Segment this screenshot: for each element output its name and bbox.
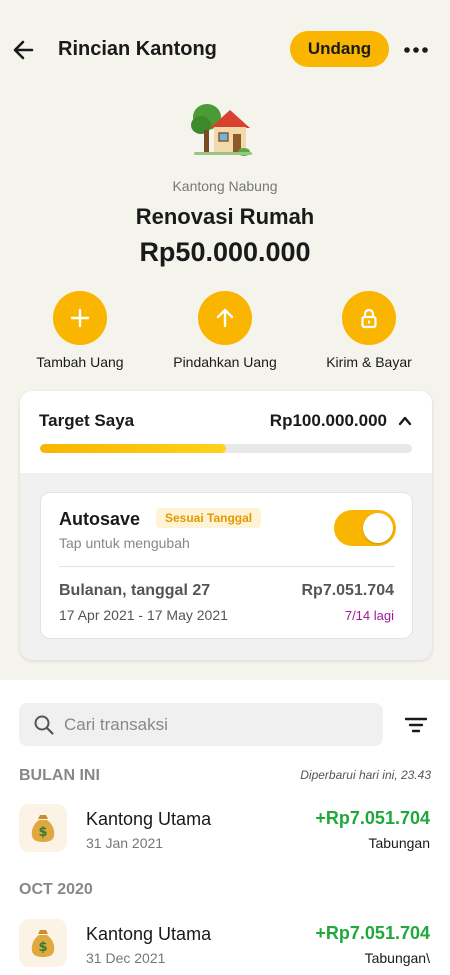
autosave-title: Autosave bbox=[59, 509, 141, 529]
transaction-name: Kantong Utama bbox=[86, 924, 212, 944]
svg-text:$: $ bbox=[38, 940, 47, 955]
search-bar[interactable] bbox=[19, 703, 383, 746]
autosave-schedule: Bulanan, tanggal 27 bbox=[59, 582, 211, 599]
transaction-amount: +Rp7.051.704 bbox=[315, 808, 430, 828]
autosave-toggle[interactable] bbox=[334, 510, 396, 546]
arrow-up-icon bbox=[198, 291, 252, 345]
send-pay-label: Kirim & Bayar bbox=[326, 354, 412, 370]
autosave-card[interactable]: Autosave Sesuai Tanggal Tap untuk mengub… bbox=[40, 492, 413, 639]
target-amount: Rp100.000.000 bbox=[269, 411, 387, 430]
plus-icon bbox=[53, 291, 107, 345]
move-money-button[interactable]: Pindahkan Uang bbox=[155, 291, 295, 370]
autosave-date-range: 17 Apr 2021 - 17 May 2021 bbox=[59, 607, 228, 623]
divider bbox=[59, 566, 395, 567]
lock-icon bbox=[342, 291, 396, 345]
target-card: Target Saya Rp100.000.000 Autosave Sesua… bbox=[20, 391, 432, 660]
transaction-row[interactable]: $ Kantong Utama 31 Jan 2021 +Rp7.051.704… bbox=[0, 804, 450, 860]
chevron-up-icon[interactable] bbox=[397, 413, 413, 429]
app-header: Rincian Kantong Undang bbox=[0, 26, 450, 74]
svg-text:$: $ bbox=[38, 825, 47, 840]
transaction-category: Tabungan\ bbox=[364, 950, 430, 966]
filter-button[interactable] bbox=[403, 713, 429, 737]
section-title-this-month: BULAN INI bbox=[19, 767, 100, 784]
house-icon bbox=[190, 100, 256, 160]
transaction-date: 31 Dec 2021 bbox=[86, 950, 166, 966]
back-button[interactable] bbox=[10, 36, 38, 64]
search-input[interactable] bbox=[64, 703, 364, 746]
transaction-category: Tabungan bbox=[368, 835, 430, 851]
toggle-knob bbox=[363, 513, 393, 543]
more-dots-icon bbox=[404, 47, 428, 53]
transaction-date: 31 Jan 2021 bbox=[86, 835, 164, 851]
autosave-amount: Rp7.051.704 bbox=[301, 582, 394, 599]
move-money-label: Pindahkan Uang bbox=[173, 354, 277, 370]
pocket-name: Renovasi Rumah bbox=[135, 204, 315, 229]
send-pay-button[interactable]: Kirim & Bayar bbox=[299, 291, 439, 370]
arrow-left-icon bbox=[13, 40, 34, 60]
add-money-button[interactable]: Tambah Uang bbox=[10, 291, 150, 370]
section-title-oct-2020: OCT 2020 bbox=[19, 881, 93, 898]
invite-button[interactable]: Undang bbox=[290, 31, 389, 67]
more-options-button[interactable] bbox=[402, 38, 430, 62]
add-money-label: Tambah Uang bbox=[36, 354, 124, 370]
pocket-detail-panel: Rincian Kantong Undang Kantong Nabung Re… bbox=[0, 0, 450, 680]
transaction-amount: +Rp7.051.704 bbox=[315, 923, 430, 943]
money-bag-icon: $ bbox=[19, 804, 67, 852]
transaction-name: Kantong Utama bbox=[86, 809, 212, 829]
target-header[interactable]: Target Saya Rp100.000.000 bbox=[20, 391, 432, 473]
search-icon bbox=[34, 715, 54, 735]
autosave-hint: Tap untuk mengubah bbox=[59, 535, 190, 551]
money-bag-icon: $ bbox=[19, 919, 67, 967]
filter-icon bbox=[404, 717, 428, 733]
transaction-row[interactable]: $ Kantong Utama 31 Dec 2021 +Rp7.051.704… bbox=[0, 919, 450, 975]
autosave-remaining: 7/14 lagi bbox=[344, 608, 394, 623]
page-title: Rincian Kantong bbox=[58, 38, 217, 60]
target-label: Target Saya bbox=[39, 411, 135, 430]
autosave-mode-badge: Sesuai Tanggal bbox=[156, 508, 262, 528]
last-updated-label: Diperbarui hari ini, 23.43 bbox=[300, 768, 431, 782]
pocket-type-label: Kantong Nabung bbox=[172, 178, 278, 194]
target-progress-fill bbox=[40, 444, 226, 453]
target-progress-bar bbox=[40, 444, 412, 453]
pocket-balance: Rp50.000.000 bbox=[139, 237, 311, 267]
